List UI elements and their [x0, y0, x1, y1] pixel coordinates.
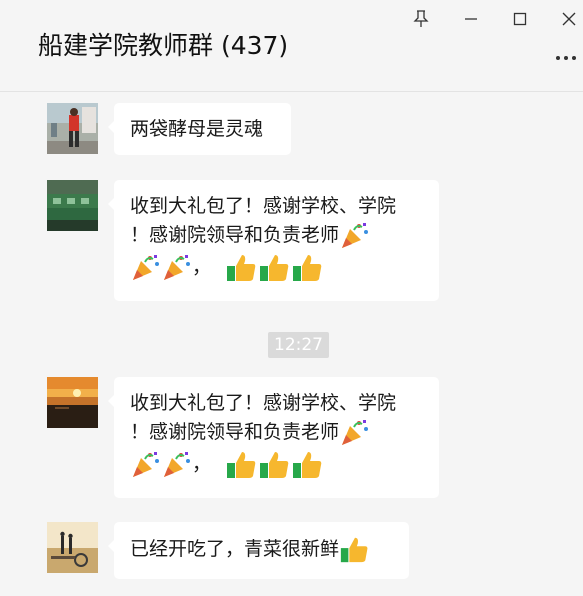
maximize-icon[interactable]: [505, 4, 535, 34]
message-text: ，: [192, 453, 212, 475]
message-text: 收到大礼包了！感谢学校、学院: [130, 392, 397, 414]
more-icon[interactable]: [556, 50, 583, 66]
thumbs-up-icon: [260, 255, 289, 281]
message-bubble[interactable]: 收到大礼包了！感谢学校、学院 ！感谢院领导和负责老师 ，: [108, 377, 439, 498]
avatar[interactable]: [47, 522, 98, 573]
party-popper-icon: [133, 255, 159, 280]
message-text: 收到大礼包了！感谢学校、学院: [130, 195, 397, 217]
chat-header: 船建学院教师群 (437): [0, 0, 583, 92]
thumbs-up-icon: [227, 255, 256, 281]
pin-icon[interactable]: [406, 4, 436, 34]
thumbs-up-icon: [340, 537, 368, 563]
party-popper-icon: [164, 255, 190, 280]
thumbs-up-icon: [260, 452, 289, 478]
message-text: ，: [192, 256, 212, 278]
message-text: ！感谢院领导和负责老师: [130, 224, 340, 246]
chat-title: 船建学院教师群 (437): [38, 31, 289, 60]
party-popper-icon: [342, 420, 369, 445]
avatar[interactable]: [47, 377, 98, 428]
message-list: 两袋酵母是灵魂 收到大礼包了！感谢学校、学院 ！感谢院领导和负责老师 ， 12:…: [0, 93, 583, 596]
minimize-icon[interactable]: [456, 4, 486, 34]
party-popper-icon: [133, 452, 159, 477]
thumbs-up-icon: [227, 452, 256, 478]
thumbs-up-icon: [293, 255, 322, 281]
thumbs-up-icon: [293, 452, 322, 478]
message-bubble[interactable]: 收到大礼包了！感谢学校、学院 ！感谢院领导和负责老师 ，: [108, 180, 439, 301]
party-popper-icon: [342, 223, 369, 248]
message-text: 两袋酵母是灵魂: [130, 118, 264, 140]
avatar[interactable]: [47, 180, 98, 231]
message-text: 已经开吃了，青菜很新鲜: [130, 538, 340, 560]
chat-window: 船建学院教师群 (437) 两袋酵母是灵魂 收到大礼包了！感谢学校、学院 ！感谢…: [0, 0, 583, 596]
timestamp: 12:27: [268, 332, 329, 358]
message-text: ！感谢院领导和负责老师: [130, 421, 340, 443]
avatar[interactable]: [47, 103, 98, 154]
party-popper-icon: [164, 452, 190, 477]
message-bubble[interactable]: 已经开吃了，青菜很新鲜: [108, 522, 409, 579]
message-bubble[interactable]: 两袋酵母是灵魂: [108, 103, 291, 155]
close-icon[interactable]: [554, 4, 583, 34]
